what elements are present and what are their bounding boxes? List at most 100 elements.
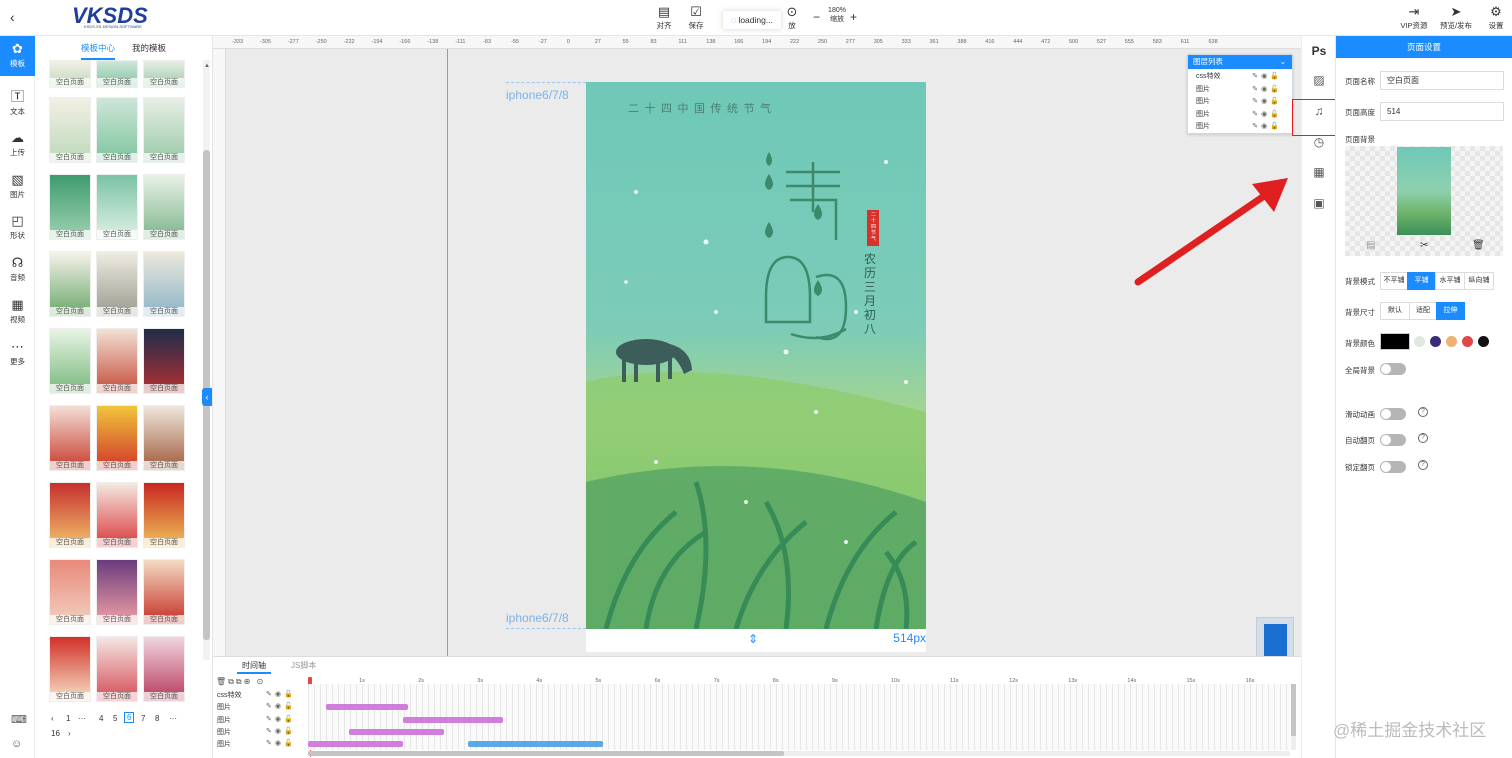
ps-icon[interactable]: Ps [1302,44,1336,58]
history-icon[interactable]: ◷ [1302,135,1336,149]
page-item[interactable]: 1 [66,714,70,723]
timeline-row-actions[interactable]: ✎◉🔓 [266,727,296,735]
layer-actions[interactable]: ✎◉🔓 [1252,71,1282,83]
grid-icon[interactable]: ▦ [1302,165,1336,179]
rail-item-template[interactable]: ✿ 模板 [0,36,35,76]
template-thumbnail[interactable]: 空白页面 [143,97,185,163]
bg-color-picker[interactable] [1380,333,1410,350]
layer-list-header[interactable]: 图层列表 ⌄ [1188,55,1292,69]
timeline-bar[interactable] [308,741,403,748]
rail-item-video[interactable]: ▦ 视频 [0,292,35,332]
rail-item-more[interactable]: ⋯ 更多 [0,334,35,374]
template-thumbnail[interactable]: 空白页面 [143,559,185,625]
bg-size-option[interactable]: 拉伸 [1436,302,1465,320]
tab-my-templates[interactable]: 我的模板 [132,42,166,54]
template-thumbnail[interactable]: 空白页面 [49,482,91,548]
vip-resources-button[interactable]: ⇥ VIP资源 [1397,4,1431,31]
keyboard-icon[interactable]: ⌨ [11,713,27,726]
slide-anim-toggle[interactable] [1380,408,1406,420]
page-item[interactable]: ··· [78,714,86,723]
page-item[interactable]: 16 [51,729,60,738]
zoom-in-icon[interactable]: + [850,10,857,24]
help-icon[interactable]: ? [1418,433,1428,443]
play-button[interactable]: ⊙ 放 [778,4,806,31]
timeline-row-actions[interactable]: ✎◉🔓 [266,690,296,698]
rail-item-audio[interactable]: ☊ 音频 [0,250,35,290]
timeline-scrollbar[interactable] [308,751,1290,756]
template-thumbnail[interactable]: 空白页面 [49,60,91,88]
template-thumbnail[interactable]: 空白页面 [49,636,91,702]
page-name-input[interactable]: 空白页面 [1380,71,1504,90]
auto-flip-toggle[interactable] [1380,434,1406,446]
timeline-bar[interactable] [402,716,504,723]
timeline-vscroll[interactable] [1291,684,1296,750]
help-icon[interactable]: ? [1418,460,1428,470]
template-thumbnail[interactable]: 空白页面 [96,405,138,471]
page-item[interactable]: 8 [155,714,159,723]
bg-mode-option[interactable]: 纵向铺 [1464,272,1494,290]
timeline-bar[interactable] [467,741,604,748]
page-item[interactable]: 5 [113,714,117,723]
page-item[interactable]: 4 [99,714,103,723]
layer-row[interactable]: 图片 ✎◉🔓 [1188,96,1292,108]
layer-actions[interactable]: ✎◉🔓 [1252,96,1282,108]
layer-row[interactable]: 图片 ✎◉🔓 [1188,109,1292,121]
template-thumbnail[interactable]: 空白页面 [96,559,138,625]
page-item[interactable]: 6 [124,712,135,723]
bg-mode-option[interactable]: 水平铺 [1435,272,1465,290]
color-swatch[interactable] [1462,336,1473,347]
bg-mode-option[interactable]: 平铺 [1407,272,1436,290]
layer-row[interactable]: 图片 ✎◉🔓 [1188,84,1292,96]
back-icon[interactable]: ‹ [10,9,15,25]
prev-page-icon[interactable]: ‹ [51,714,54,723]
template-thumbnail[interactable]: 空白页面 [96,60,138,88]
layer-actions[interactable]: ✎◉🔓 [1252,109,1282,121]
timeline-row-actions[interactable]: ✎◉🔓 [266,715,296,723]
timeline-tools[interactable]: 🗑⧉⧉⊕ ⊙ [216,677,265,687]
color-swatch[interactable] [1478,336,1489,347]
publish-button[interactable]: ➤ 预览/发布 [1436,4,1476,31]
template-thumbnail[interactable]: 空白页面 [96,482,138,548]
layer-actions[interactable]: ✎◉🔓 [1252,121,1282,133]
template-thumbnail[interactable]: 空白页面 [143,328,185,394]
template-thumbnail[interactable]: 空白页面 [96,174,138,240]
next-page-icon[interactable]: › [68,729,71,738]
rail-item-upload[interactable]: ☁ 上传 [0,125,35,165]
template-thumbnail[interactable]: 空白页面 [143,482,185,548]
picture-icon[interactable]: ▣ [1302,196,1336,210]
timeline-bar[interactable] [325,704,409,711]
help-icon[interactable]: ? [1418,407,1428,417]
layer-actions[interactable]: ✎◉🔓 [1252,84,1282,96]
template-thumbnail[interactable]: 空白页面 [96,328,138,394]
lock-flip-toggle[interactable] [1380,461,1406,473]
texture-icon[interactable]: ▨ [1302,73,1336,87]
edit-image-icon[interactable]: ▤ [1366,240,1375,251]
template-thumbnail[interactable]: 空白页面 [96,251,138,317]
scissors-icon[interactable]: ✂ [1420,240,1428,251]
collapse-panel-button[interactable]: ‹ [202,388,212,406]
template-thumbnail[interactable]: 空白页面 [143,636,185,702]
timeline-row-actions[interactable]: ✎◉🔓 [266,739,296,747]
template-thumbnail[interactable]: 空白页面 [96,636,138,702]
template-thumbnail[interactable]: 空白页面 [49,405,91,471]
page-height-input[interactable]: 514 [1380,102,1504,121]
trash-icon[interactable]: 🗑 [1472,240,1485,251]
template-thumbnail[interactable]: 空白页面 [143,251,185,317]
template-thumbnail[interactable]: 空白页面 [49,97,91,163]
template-thumbnail[interactable]: 空白页面 [143,405,185,471]
template-thumbnail[interactable]: 空白页面 [143,60,185,88]
bg-size-option[interactable]: 默认 [1380,302,1410,320]
align-button[interactable]: ▤ 对齐 [650,4,678,31]
bg-size-option[interactable]: 适配 [1409,302,1437,320]
tab-timeline[interactable]: 时间轴 [242,660,266,671]
user-icon[interactable]: ☺ [11,738,22,750]
tab-template-center[interactable]: 模板中心 [81,42,115,54]
rail-item-shape[interactable]: ◰ 形状 [0,208,35,248]
poster-page[interactable]: 二 十 四 中 国 传 统 节 气 二十四节气 农历三月初八 [586,82,926,629]
rail-item-text[interactable]: 🅃 文本 [0,84,35,124]
layer-row[interactable]: css特效 ✎◉🔓 [1188,71,1292,83]
save-button[interactable]: ☑ 保存 [682,4,710,31]
timeline-bar[interactable] [349,728,444,735]
template-thumbnail[interactable]: 空白页面 [49,251,91,317]
timeline-row-actions[interactable]: ✎◉🔓 [266,702,296,710]
